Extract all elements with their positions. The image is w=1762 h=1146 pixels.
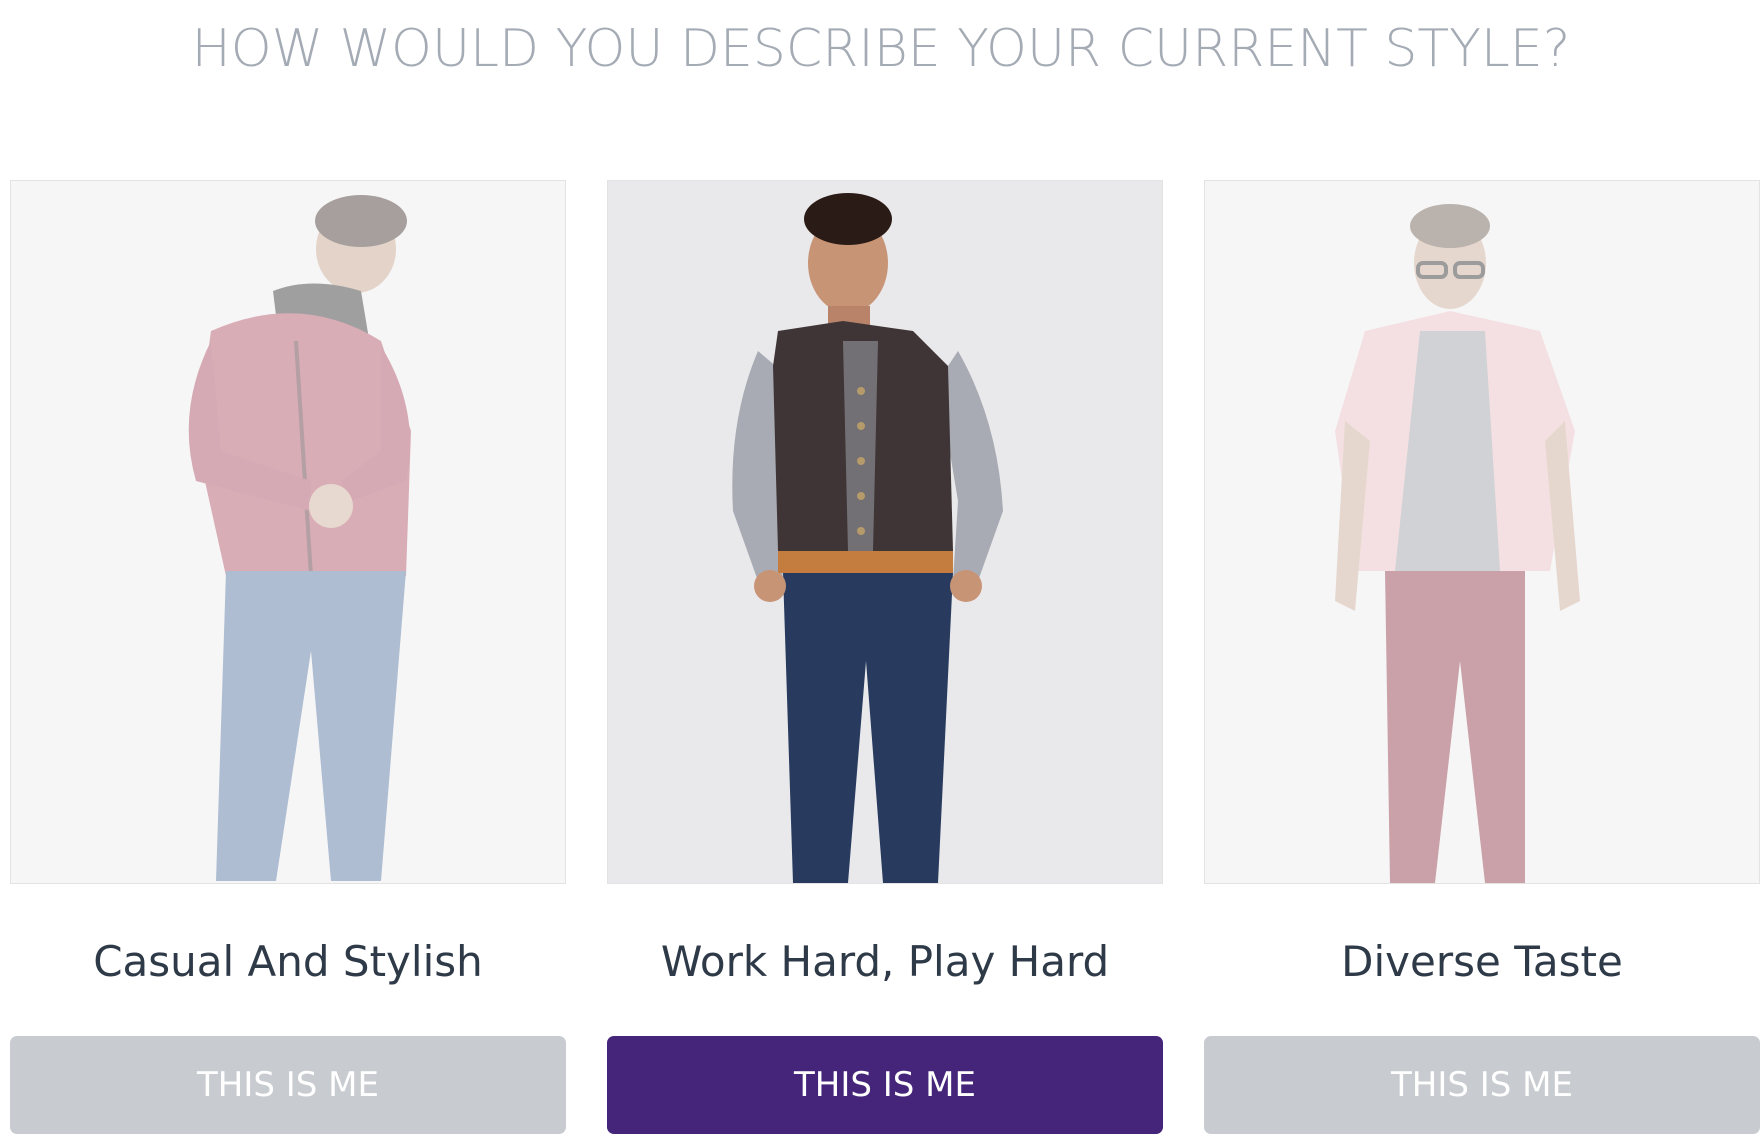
style-option-caption: Diverse Taste [1341, 937, 1623, 986]
this-is-me-button-work-hard[interactable]: THIS IS ME [607, 1036, 1163, 1134]
style-photo-casual[interactable] [10, 180, 566, 884]
style-option-card-casual[interactable]: Casual And Stylish THIS IS ME [10, 180, 566, 1134]
page-question-title: HOW WOULD YOU DESCRIBE YOUR CURRENT STYL… [191, 19, 1571, 79]
this-is-me-button-diverse[interactable]: THIS IS ME [1204, 1036, 1760, 1134]
style-option-card-diverse[interactable]: Diverse Taste THIS IS ME [1204, 180, 1760, 1134]
man-red-hoodie-jeans-photo [188, 195, 411, 881]
this-is-me-button-casual[interactable]: THIS IS ME [10, 1036, 566, 1134]
man-vest-navy-chinos-photo [608, 181, 1162, 883]
style-photo-diverse[interactable] [1204, 180, 1760, 884]
style-option-caption: Work Hard, Play Hard [660, 937, 1110, 986]
style-option-caption: Casual And Stylish [93, 937, 483, 986]
style-option-card-work-hard[interactable]: Work Hard, Play Hard THIS IS ME [607, 180, 1163, 1134]
style-photo-work-hard[interactable] [607, 180, 1163, 884]
man-glasses-pink-shirt-photo [1335, 204, 1580, 883]
